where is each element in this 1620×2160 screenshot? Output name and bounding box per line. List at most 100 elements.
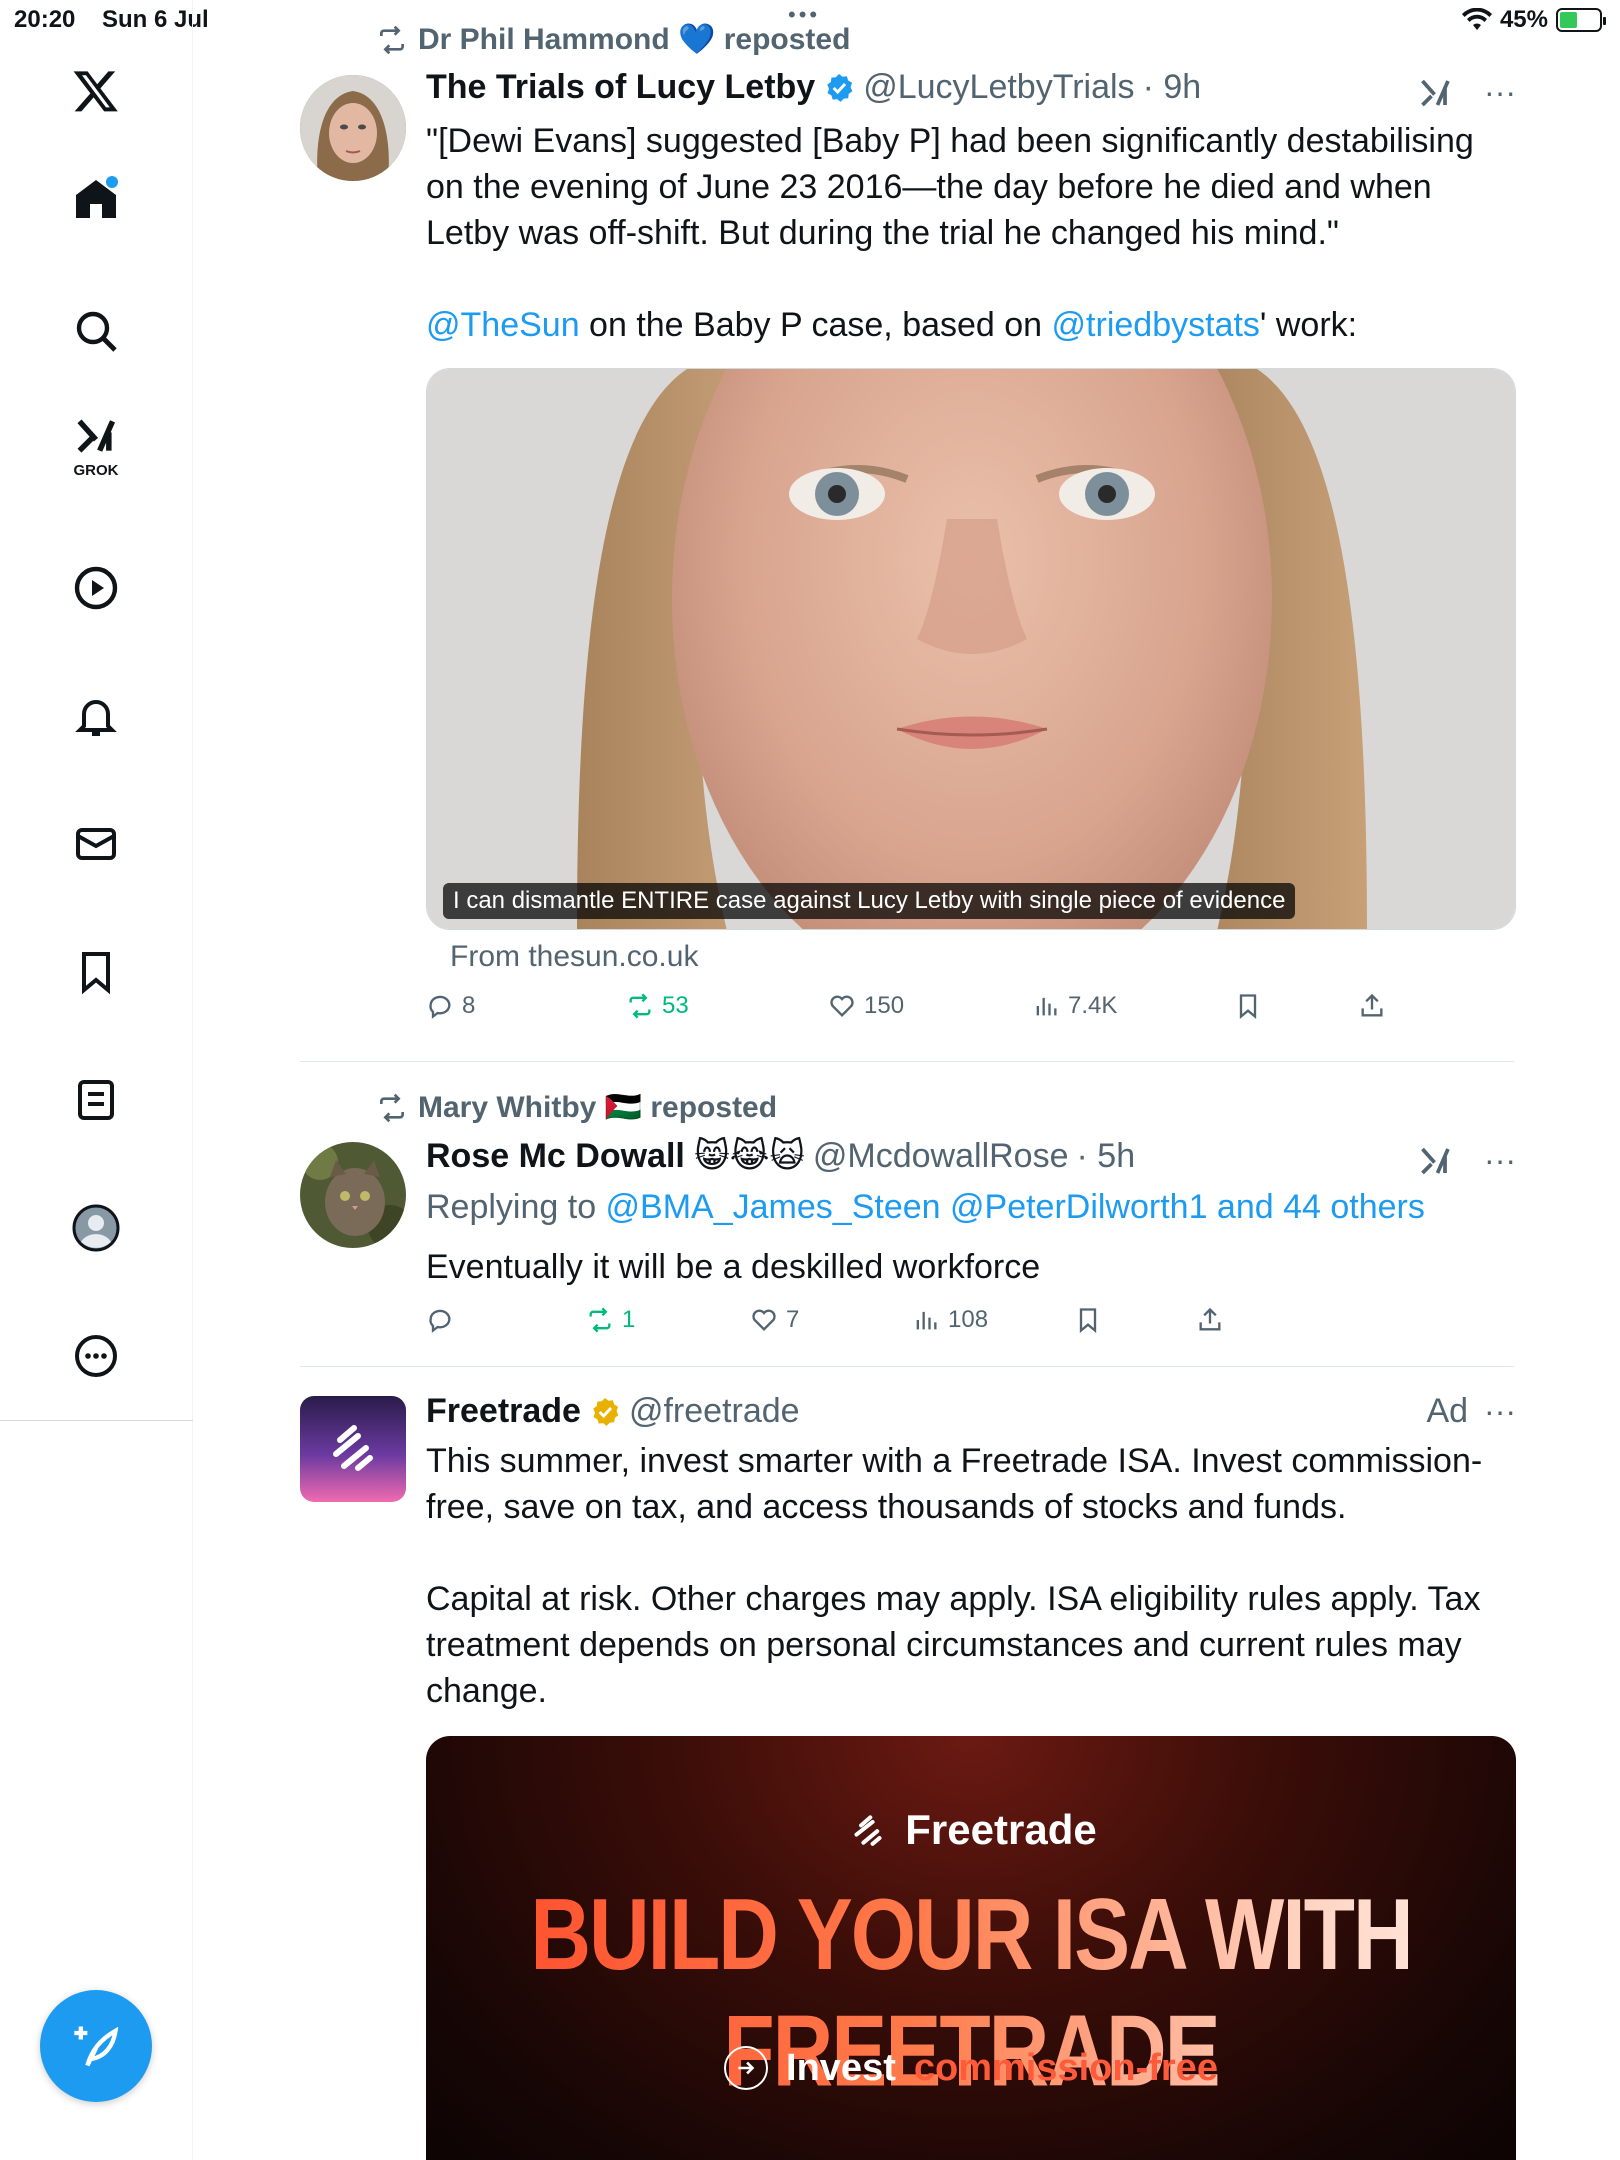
- like-button[interactable]: 7: [750, 1306, 799, 1334]
- share-button[interactable]: [1358, 992, 1386, 1020]
- arrow-right-circle-icon: [724, 2046, 769, 2090]
- tweet-top-right-icons: Ad ···: [1426, 1392, 1516, 1431]
- grok-explain-icon[interactable]: [1418, 1143, 1454, 1179]
- repost-button[interactable]: 53: [626, 992, 689, 1020]
- tweet-time[interactable]: · 9h: [1143, 68, 1202, 107]
- bookmark-icon: [1079, 1308, 1097, 1333]
- repost-count: 1: [622, 1306, 636, 1333]
- verified-gold-badge-icon: [593, 1397, 619, 1426]
- repost-button[interactable]: 1: [586, 1306, 635, 1334]
- share-upload-icon: [1199, 1307, 1221, 1331]
- author-handle[interactable]: @freetrade: [629, 1392, 800, 1431]
- bookmark-icon[interactable]: [60, 936, 132, 1008]
- author-name[interactable]: Rose Mc Dowall 😸😹🙀: [426, 1136, 805, 1176]
- x-logo-icon[interactable]: [60, 55, 132, 127]
- avatar[interactable]: [300, 1142, 406, 1248]
- like-count: 150: [864, 992, 905, 1019]
- banner-cta: Invest commission-free: [426, 2046, 1516, 2090]
- repost-indicator[interactable]: Mary Whitby 🇵🇸 reposted: [376, 1090, 777, 1125]
- avatar[interactable]: [300, 75, 406, 181]
- sidebar: GROK: [0, 0, 193, 2160]
- repost-indicator[interactable]: Dr Phil Hammond 💙 reposted: [376, 22, 850, 57]
- grok-label: GROK: [73, 462, 119, 479]
- more-options-icon[interactable]: ···: [1484, 1142, 1516, 1179]
- ad-label: Ad: [1426, 1392, 1469, 1430]
- mention-link[interactable]: @triedbystats: [1052, 306, 1260, 344]
- home-notification-dot: [106, 176, 118, 188]
- views-chart-icon: [916, 1311, 937, 1330]
- replying-to-line: Replying to @BMA_James_Steen @PeterDilwo…: [426, 1184, 1516, 1230]
- tweet-time[interactable]: · 5h: [1077, 1137, 1136, 1176]
- reply-button[interactable]: 8: [426, 992, 475, 1020]
- media-caption: I can dismantle ENTIRE case against Lucy…: [443, 883, 1296, 919]
- author-name[interactable]: Freetrade: [426, 1392, 581, 1431]
- grok-icon[interactable]: GROK: [60, 410, 132, 482]
- tweet-header: Freetrade @freetrade: [426, 1392, 800, 1431]
- tweet-text: This summer, invest smarter with a Freet…: [426, 1438, 1516, 1714]
- repost-icon: [380, 25, 404, 54]
- more-options-icon[interactable]: [60, 1320, 132, 1392]
- author-handle[interactable]: @McdowallRose: [813, 1137, 1069, 1176]
- compose-post-button[interactable]: [40, 1990, 152, 2102]
- freetrade-logo-icon: [333, 1425, 373, 1471]
- share-button[interactable]: [1196, 1306, 1224, 1334]
- like-count: 7: [786, 1306, 800, 1333]
- mention-link[interactable]: @TheSun: [426, 306, 580, 344]
- replying-to-mentions[interactable]: @BMA_James_Steen @PeterDilworth1 and 44 …: [606, 1188, 1425, 1226]
- sidebar-separator: [0, 1420, 193, 1421]
- grok-explain-icon[interactable]: [1418, 75, 1454, 111]
- banner-cta-accent: commission-free: [913, 2046, 1218, 2089]
- link-source[interactable]: From thesun.co.uk: [450, 940, 698, 974]
- home-icon[interactable]: [60, 164, 132, 236]
- tweet-text-paragraph: "[Dewi Evans] suggested [Baby P] had bee…: [426, 122, 1474, 252]
- view-count: 108: [948, 1306, 989, 1333]
- notifications-bell-icon[interactable]: [60, 680, 132, 752]
- ad-banner-image[interactable]: Freetrade BUILD YOUR ISA WITH FREETRADE …: [426, 1736, 1516, 2160]
- battery-icon: [1556, 8, 1606, 32]
- views-button[interactable]: 7.4K: [1032, 992, 1117, 1020]
- messages-envelope-icon[interactable]: [60, 808, 132, 880]
- reply-button[interactable]: [426, 1306, 462, 1334]
- avatar-image-cat: [300, 1142, 406, 1248]
- author-name[interactable]: The Trials of Lucy Letby: [426, 68, 815, 107]
- link-card-image[interactable]: I can dismantle ENTIRE case against Lucy…: [426, 368, 1516, 930]
- tweet-text-paragraph-2: @TheSun on the Baby P case, based on @tr…: [426, 302, 1516, 348]
- more-options-icon[interactable]: ···: [1484, 1393, 1516, 1430]
- more-options-icon[interactable]: ···: [1484, 74, 1516, 111]
- bookmark-button[interactable]: [1074, 1306, 1102, 1334]
- tweet-top-right-icons: ···: [1418, 74, 1516, 111]
- replying-to-prefix: Replying to: [426, 1188, 606, 1226]
- tweet-text: "[Dewi Evans] suggested [Baby P] had bee…: [426, 118, 1516, 348]
- author-handle[interactable]: @LucyLetbyTrials: [863, 68, 1134, 107]
- views-button[interactable]: 108: [912, 1306, 988, 1334]
- battery-percent: 45%: [1499, 6, 1548, 33]
- lists-icon[interactable]: [60, 1064, 132, 1136]
- like-button[interactable]: 150: [828, 992, 904, 1020]
- battery-fill: [1560, 12, 1578, 28]
- bookmark-icon: [1239, 994, 1257, 1019]
- ad-text-paragraph-1: This summer, invest smarter with a Freet…: [426, 1442, 1483, 1526]
- repost-icon: [629, 993, 651, 1019]
- reposted-by-text: Dr Phil Hammond 💙 reposted: [418, 23, 851, 56]
- tweet-text-mid: on the Baby P case, based on: [579, 306, 1052, 344]
- video-play-icon[interactable]: [60, 552, 132, 624]
- search-icon[interactable]: [60, 295, 132, 367]
- banner-brand-text: Freetrade: [905, 1806, 1097, 1853]
- view-count: 7.4K: [1068, 992, 1118, 1019]
- tweet-header: The Trials of Lucy Letby @LucyLetbyTrial…: [426, 68, 1201, 107]
- compose-feather-icon: [74, 2026, 119, 2067]
- advertiser-logo[interactable]: [300, 1396, 406, 1502]
- banner-cta-text: Invest: [786, 2046, 896, 2089]
- banner-brand: Freetrade: [426, 1806, 1516, 1854]
- repost-icon: [380, 1093, 404, 1122]
- tweet-header: Rose Mc Dowall 😸😹🙀 @McdowallRose · 5h: [426, 1136, 1135, 1176]
- tweet-text-end: ' work:: [1259, 306, 1358, 344]
- freetrade-logo-icon: [854, 1815, 882, 1846]
- profile-avatar-icon[interactable]: [60, 1192, 132, 1264]
- status-indicators: 45%: [1461, 6, 1606, 34]
- reposted-by-text: Mary Whitby 🇵🇸 reposted: [418, 1091, 778, 1124]
- portrait-photo: [427, 369, 1515, 929]
- views-chart-icon: [1036, 997, 1057, 1016]
- repost-icon: [589, 1307, 611, 1333]
- bookmark-button[interactable]: [1234, 992, 1262, 1020]
